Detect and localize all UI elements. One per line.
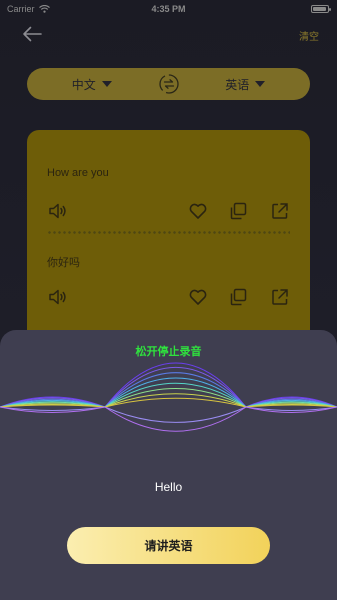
recognized-text: Hello [154, 480, 183, 494]
speaker-icon[interactable] [47, 286, 69, 308]
status-bar: Carrier 4:35 PM [0, 0, 337, 18]
swap-icon[interactable] [157, 72, 181, 96]
translation-card: How are you 你好吗 [27, 130, 310, 345]
divider [47, 231, 290, 234]
speak-button[interactable]: 请讲英语 [67, 527, 270, 564]
source-text: How are you [47, 167, 109, 179]
target-language-select[interactable]: 英语 [181, 76, 311, 93]
back-arrow-icon[interactable] [20, 24, 44, 44]
source-language-select[interactable]: 中文 [27, 76, 157, 93]
share-icon[interactable] [269, 200, 291, 222]
source-language-label: 中文 [71, 77, 96, 92]
heart-icon[interactable] [187, 200, 209, 222]
chevron-down-icon [101, 81, 112, 87]
target-language-label: 英语 [225, 77, 250, 92]
language-bar: 中文 英语 [27, 68, 310, 100]
release-to-stop-hint: 松开停止录音 [135, 346, 202, 358]
chevron-down-icon [255, 81, 266, 87]
screen: Carrier 4:35 PM 清空 中文 英语 How are you 你好吗… [0, 0, 337, 600]
waveform-icon [0, 362, 337, 432]
source-actions [47, 200, 292, 222]
heart-icon[interactable] [187, 286, 209, 308]
battery-icon [311, 5, 331, 13]
copy-icon[interactable] [227, 286, 249, 308]
copy-icon[interactable] [227, 200, 249, 222]
share-icon[interactable] [269, 286, 291, 308]
waveform-line [0, 382, 337, 408]
status-time: 4:35 PM [151, 4, 186, 14]
translated-actions [47, 286, 292, 308]
waveform-line [0, 406, 337, 423]
translated-text: 你好吗 [47, 257, 80, 269]
speaker-icon[interactable] [47, 200, 69, 222]
clear-button[interactable]: 清空 [299, 28, 319, 43]
